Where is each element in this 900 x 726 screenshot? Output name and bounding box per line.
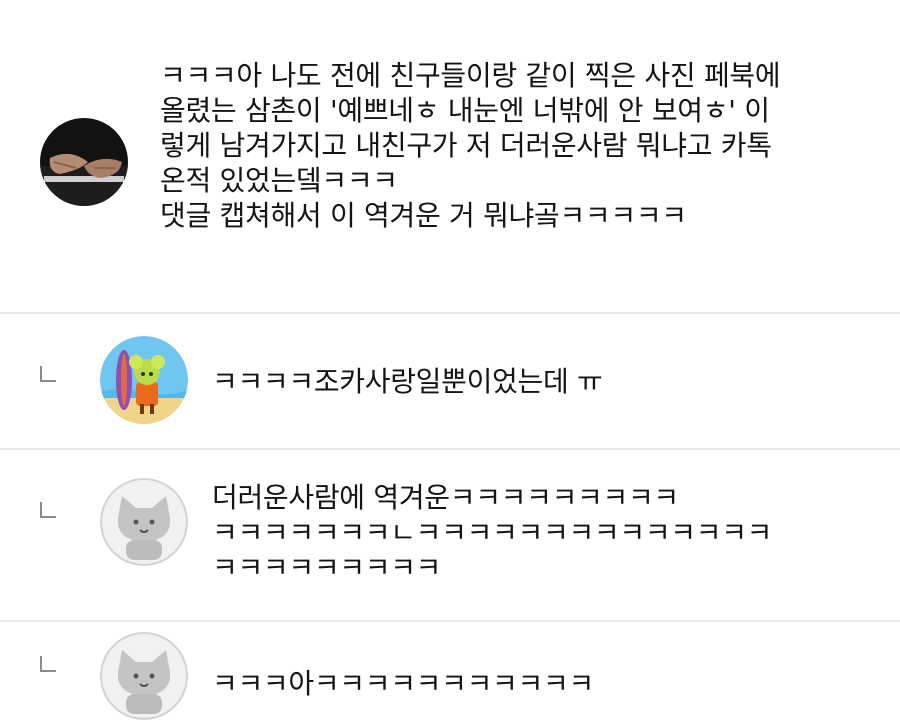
user-avatar[interactable] — [100, 478, 188, 566]
piano-hands-photo-icon — [40, 118, 128, 206]
reply-arrow-icon — [40, 366, 56, 382]
reply-item: ㅋㅋㅋㅋ조카사랑일뿐이었는데 ㅠ — [0, 314, 900, 448]
reply-text: 더러운사람에 역겨운ㅋㅋㅋㅋㅋㅋㅋㅋㅋ ㅋㅋㅋㅋㅋㅋㅋㄴㅋㅋㅋㅋㅋㅋㅋㅋㅋㅋㅋㅋ… — [212, 480, 882, 585]
surfer-character-icon — [100, 336, 188, 424]
comment-line: 온적 있었는뎈ㅋㅋㅋ — [160, 164, 398, 197]
reply-arrow-icon — [40, 656, 56, 672]
reply-line: ㅋㅋㅋㅋ조카사랑일뿐이었는데 ㅠ — [212, 365, 603, 398]
reply-item: 더러운사람에 역겨운ㅋㅋㅋㅋㅋㅋㅋㅋㅋ ㅋㅋㅋㅋㅋㅋㅋㄴㅋㅋㅋㅋㅋㅋㅋㅋㅋㅋㅋㅋ… — [0, 450, 900, 620]
comment-line: 올렸는 삼촌이 '예쁘네ㅎ 내눈엔 너밖에 안 보여ㅎ' 이 — [160, 94, 770, 127]
reply-text: ㅋㅋㅋ아ㅋㅋㅋㅋㅋㅋㅋㅋㅋㅋㅋ — [212, 666, 872, 701]
user-avatar[interactable] — [100, 336, 188, 424]
reply-line: 더러운사람에 역겨운ㅋㅋㅋㅋㅋㅋㅋㅋㅋ — [212, 481, 679, 514]
comment-line: 렇게 남겨가지고 내친구가 저 더러운사람 뭐냐고 카톡 — [160, 129, 772, 162]
comment-thread: ㅋㅋㅋ아 나도 전에 친구들이랑 같이 찍은 사진 페북에 올렸는 삼촌이 '예… — [0, 0, 900, 726]
reply-line: ㅋㅋㅋㅋㅋㅋㅋㄴㅋㅋㅋㅋㅋㅋㅋㅋㅋㅋㅋㅋㅋㅋ — [212, 516, 773, 549]
user-avatar[interactable] — [40, 118, 128, 206]
user-avatar[interactable] — [100, 632, 188, 720]
comment-line: ㅋㅋㅋ아 나도 전에 친구들이랑 같이 찍은 사진 페북에 — [160, 59, 781, 92]
reply-line: ㅋㅋㅋ아ㅋㅋㅋㅋㅋㅋㅋㅋㅋㅋㅋ — [212, 667, 594, 700]
comment-text: ㅋㅋㅋ아 나도 전에 친구들이랑 같이 찍은 사진 페북에 올렸는 삼촌이 '예… — [160, 58, 880, 233]
default-cat-icon — [100, 632, 188, 720]
default-cat-icon — [100, 478, 188, 566]
comment-item: ㅋㅋㅋ아 나도 전에 친구들이랑 같이 찍은 사진 페북에 올렸는 삼촌이 '예… — [0, 0, 900, 312]
reply-text: ㅋㅋㅋㅋ조카사랑일뿐이었는데 ㅠ — [212, 364, 872, 399]
comment-line: 댓글 캡쳐해서 이 역겨운 거 뭐냐곸ㅋㅋㅋㅋㅋ — [160, 199, 687, 232]
reply-item: ㅋㅋㅋ아ㅋㅋㅋㅋㅋㅋㅋㅋㅋㅋㅋ — [0, 622, 900, 726]
reply-line: ㅋㅋㅋㅋㅋㅋㅋㅋㅋ — [212, 551, 442, 584]
reply-arrow-icon — [40, 502, 56, 518]
